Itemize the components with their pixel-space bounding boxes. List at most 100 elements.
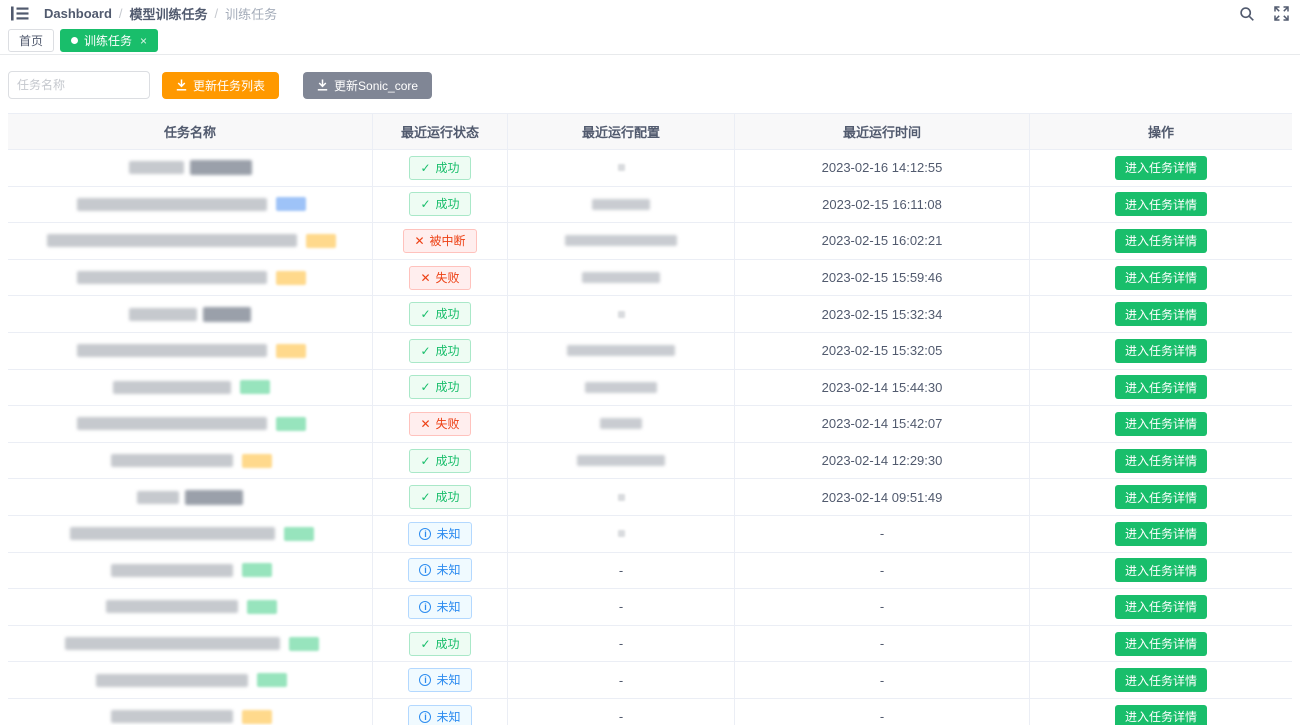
fullscreen-icon[interactable] xyxy=(1272,5,1290,23)
task-name-cell xyxy=(8,223,373,260)
enter-task-detail-button[interactable]: 进入任务详情 xyxy=(1115,522,1207,546)
config-cell: - xyxy=(508,662,735,699)
task-name-cell xyxy=(8,296,373,333)
enter-task-detail-button[interactable]: 进入任务详情 xyxy=(1115,229,1207,253)
enter-task-detail-button[interactable]: 进入任务详情 xyxy=(1115,668,1207,692)
status-icon: ✓ xyxy=(420,491,430,503)
table-row: ✕ 失败 2023-02-14 15:42:07 进入任务详情 xyxy=(8,406,1292,443)
enter-task-detail-button[interactable]: 进入任务详情 xyxy=(1115,632,1207,656)
config-cell: - xyxy=(508,589,735,626)
column-header-run-status: 最近运行状态 xyxy=(373,114,508,150)
status-cell: ✕ 失败 xyxy=(373,406,508,443)
blurred-config xyxy=(582,272,660,283)
breadcrumb-model-training[interactable]: 模型训练任务 xyxy=(130,4,208,23)
status-label: 未知 xyxy=(436,564,460,576)
column-header-run-time: 最近运行时间 xyxy=(735,114,1030,150)
enter-task-detail-button[interactable]: 进入任务详情 xyxy=(1115,705,1207,725)
status-icon: i xyxy=(419,711,431,723)
table-row: ✓ 成功 2023-02-15 16:11:08 进入任务详情 xyxy=(8,187,1292,224)
task-name-cell xyxy=(8,443,373,480)
status-icon: ✓ xyxy=(420,381,430,393)
config-cell xyxy=(508,333,735,370)
status-icon: i xyxy=(419,528,431,540)
action-cell: 进入任务详情 xyxy=(1030,296,1292,333)
task-tag-green xyxy=(240,380,270,394)
blurred-task-name xyxy=(47,234,297,247)
config-cell xyxy=(508,406,735,443)
status-cell: ✓ 成功 xyxy=(373,333,508,370)
time-cell: - xyxy=(735,553,1030,590)
update-sonic-core-label: 更新Sonic_core xyxy=(334,77,418,94)
table-row: i 未知 - - 进入任务详情 xyxy=(8,553,1292,590)
task-tag-blue xyxy=(276,197,306,211)
blurred-task-name xyxy=(70,527,275,540)
enter-task-detail-button[interactable]: 进入任务详情 xyxy=(1115,375,1207,399)
breadcrumb-separator: / xyxy=(119,6,123,21)
config-cell xyxy=(508,150,735,187)
enter-task-detail-button[interactable]: 进入任务详情 xyxy=(1115,339,1207,363)
enter-task-detail-button[interactable]: 进入任务详情 xyxy=(1115,156,1207,180)
task-tag-yellow xyxy=(242,710,272,724)
enter-task-detail-button[interactable]: 进入任务详情 xyxy=(1115,485,1207,509)
task-name-cell xyxy=(8,187,373,224)
table-row: i 未知 - - 进入任务详情 xyxy=(8,589,1292,626)
blurred-config xyxy=(567,345,675,356)
update-sonic-core-button[interactable]: 更新Sonic_core xyxy=(303,72,432,99)
config-cell: - xyxy=(508,699,735,725)
config-cell xyxy=(508,260,735,297)
enter-task-detail-button[interactable]: 进入任务详情 xyxy=(1115,412,1207,436)
task-name-cell xyxy=(8,699,373,725)
task-tag-green xyxy=(284,527,314,541)
action-cell: 进入任务详情 xyxy=(1030,626,1292,663)
task-name-cell xyxy=(8,662,373,699)
enter-task-detail-button[interactable]: 进入任务详情 xyxy=(1115,449,1207,473)
table-row: ✓ 成功 2023-02-14 12:29:30 进入任务详情 xyxy=(8,443,1292,480)
blurred-task-name xyxy=(111,454,233,467)
menu-collapse-icon[interactable] xyxy=(10,5,30,23)
time-cell: - xyxy=(735,516,1030,553)
tab-home[interactable]: 首页 xyxy=(8,29,54,52)
tab-training-tasks[interactable]: 训练任务 × xyxy=(60,29,158,52)
tab-close-icon[interactable]: × xyxy=(140,35,147,47)
blurred-task-name xyxy=(185,490,243,505)
task-tag-yellow xyxy=(276,344,306,358)
status-icon: ✓ xyxy=(420,638,430,650)
status-label: 成功 xyxy=(436,381,460,393)
time-cell: - xyxy=(735,589,1030,626)
task-name-search-input[interactable] xyxy=(8,71,150,99)
status-label: 成功 xyxy=(436,162,460,174)
status-badge: ✓ 成功 xyxy=(409,339,470,363)
blurred-config xyxy=(577,455,665,466)
blurred-task-name xyxy=(129,308,197,321)
enter-task-detail-button[interactable]: 进入任务详情 xyxy=(1115,595,1207,619)
status-cell: ✓ 成功 xyxy=(373,479,508,516)
enter-task-detail-button[interactable]: 进入任务详情 xyxy=(1115,302,1207,326)
time-cell: 2023-02-15 15:32:34 xyxy=(735,296,1030,333)
status-badge: ✓ 成功 xyxy=(409,632,470,656)
table-body: ✓ 成功 2023-02-16 14:12:55 进入任务详情 ✓ 成功 202… xyxy=(8,150,1292,725)
action-cell: 进入任务详情 xyxy=(1030,187,1292,224)
table-row: ✕ 失败 2023-02-15 15:59:46 进入任务详情 xyxy=(8,260,1292,297)
breadcrumb-dashboard[interactable]: Dashboard xyxy=(44,6,112,21)
blurred-task-name xyxy=(77,417,267,430)
enter-task-detail-button[interactable]: 进入任务详情 xyxy=(1115,192,1207,216)
action-cell: 进入任务详情 xyxy=(1030,699,1292,725)
status-cell: ✓ 成功 xyxy=(373,150,508,187)
time-cell: 2023-02-15 16:02:21 xyxy=(735,223,1030,260)
task-name-cell xyxy=(8,553,373,590)
update-task-list-button[interactable]: 更新任务列表 xyxy=(162,72,279,99)
action-cell: 进入任务详情 xyxy=(1030,150,1292,187)
table-row: ✕ 被中断 2023-02-15 16:02:21 进入任务详情 xyxy=(8,223,1292,260)
status-badge: ✕ 被中断 xyxy=(403,229,476,253)
action-cell: 进入任务详情 xyxy=(1030,553,1292,590)
search-icon[interactable] xyxy=(1238,5,1256,23)
config-cell xyxy=(508,516,735,553)
status-label: 未知 xyxy=(436,711,460,723)
status-label: 未知 xyxy=(436,601,460,613)
enter-task-detail-button[interactable]: 进入任务详情 xyxy=(1115,266,1207,290)
status-badge: ✓ 成功 xyxy=(409,192,470,216)
blurred-config xyxy=(565,235,677,246)
enter-task-detail-button[interactable]: 进入任务详情 xyxy=(1115,558,1207,582)
status-label: 成功 xyxy=(436,198,460,210)
status-icon: i xyxy=(419,564,431,576)
